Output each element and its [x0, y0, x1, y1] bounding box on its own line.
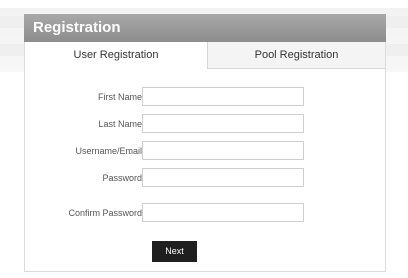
username-email-field[interactable] [142, 141, 304, 160]
field-separator: : [129, 173, 132, 183]
password-row: Password : [25, 168, 385, 188]
field-separator: : [129, 119, 132, 129]
last-name-row: Last Name : [25, 114, 385, 134]
next-button[interactable]: Next [152, 241, 197, 262]
username-email-label: Username/Email [75, 146, 142, 156]
last-name-field[interactable] [142, 114, 304, 133]
first-name-row: First Name : [25, 87, 385, 107]
password-label: Password [102, 173, 142, 183]
first-name-field[interactable] [142, 87, 304, 106]
first-name-label: First Name [97, 92, 142, 102]
field-separator: : [129, 92, 132, 102]
tab-bar: User Registration Pool Registration [25, 42, 385, 69]
username-email-row: Username/Email : [25, 141, 385, 161]
field-separator: : [129, 208, 132, 218]
tab-pool-registration[interactable]: Pool Registration [207, 42, 385, 69]
confirm-password-field[interactable] [142, 203, 304, 222]
confirm-password-row: Confirm Password : [25, 203, 385, 223]
registration-panel: Registration User Registration Pool Regi… [24, 14, 386, 272]
panel-title: Registration [24, 14, 386, 42]
last-name-label: Last Name [98, 119, 142, 129]
password-field[interactable] [142, 168, 304, 187]
tab-user-registration[interactable]: User Registration [25, 42, 207, 69]
field-separator: : [129, 146, 132, 156]
